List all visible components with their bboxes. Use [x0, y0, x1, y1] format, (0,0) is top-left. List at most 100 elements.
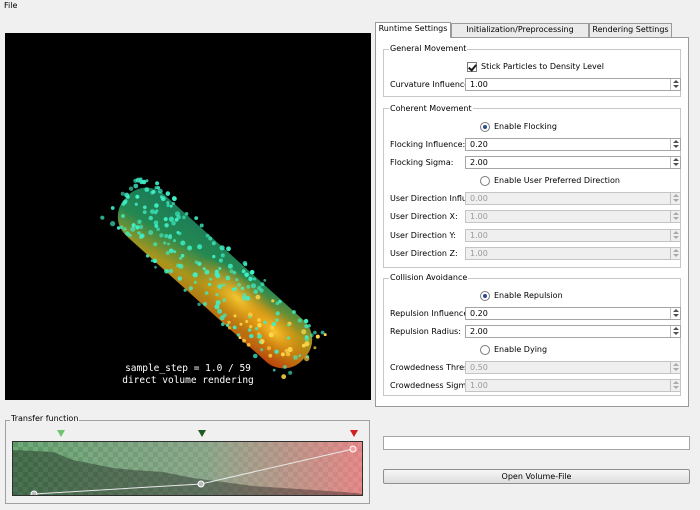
particle-dot	[154, 186, 158, 190]
particle-dot	[204, 269, 210, 275]
particle-dot	[293, 355, 298, 360]
enable-flocking-radio[interactable]	[480, 122, 490, 132]
particle-dot	[248, 315, 252, 319]
particle-dot	[165, 191, 171, 196]
particle-dot	[260, 348, 264, 352]
particle-dot	[218, 267, 222, 270]
particle-dot	[227, 320, 231, 325]
curvature-influence-spinbox[interactable]: 1.00	[465, 78, 681, 91]
flocking-influence-spinbox[interactable]: 0.20	[465, 138, 681, 151]
particle-dot	[135, 194, 140, 199]
stick-particles-checkbox[interactable]	[467, 62, 477, 72]
render-viewport[interactable]: sample_step = 1.0 / 59 direct volume ren…	[5, 33, 371, 400]
tf-marker-green-dark[interactable]	[198, 430, 206, 437]
particle-dot	[208, 282, 212, 287]
particle-dot	[263, 279, 267, 282]
user-direction-influence-spinbox[interactable]: 0.00	[465, 192, 681, 205]
particle-dot	[110, 221, 116, 227]
crowdedness-sigma-spinbox[interactable]: 1.00	[465, 379, 681, 392]
user-direction-z-spinbox[interactable]: 1.00	[465, 247, 681, 260]
particle-dot	[250, 283, 257, 289]
particle-dot	[197, 244, 203, 250]
particle-dot	[218, 258, 223, 263]
particle-dot	[222, 313, 227, 318]
tab-init-preprocessing-settings[interactable]: Initialization/Preprocessing Settings	[451, 23, 589, 46]
group-title-coherent-movement: Coherent Movement	[389, 104, 473, 113]
particle-dot	[180, 240, 186, 246]
particle-dot	[177, 231, 182, 236]
transfer-function-editor[interactable]	[12, 441, 363, 496]
particle-dot	[242, 338, 246, 343]
particle-dot	[241, 295, 247, 301]
particle-dot	[128, 186, 134, 191]
particle-dot	[220, 253, 225, 258]
menu-file[interactable]: File	[2, 0, 19, 11]
enable-dying-label: Enable Dying	[494, 345, 548, 354]
user-direction-x-spinbox[interactable]: 1.00	[465, 210, 681, 223]
tab-rendering-settings[interactable]: Rendering Settings	[589, 23, 672, 37]
particle-dot	[203, 302, 207, 306]
particle-dot	[274, 349, 279, 354]
particle-dot	[301, 343, 306, 348]
particle-dot	[253, 289, 258, 295]
volume-file-path-field[interactable]	[383, 436, 690, 450]
particle-dot	[226, 246, 231, 252]
particle-dot	[174, 211, 181, 217]
particle-dot	[280, 352, 285, 357]
particle-dot	[131, 223, 136, 228]
particle-dot	[134, 202, 138, 206]
crowdedness-threshold-spinbox[interactable]: 0.50	[465, 361, 681, 374]
enable-flocking-label: Enable Flocking	[494, 122, 557, 131]
particle-dot	[253, 353, 258, 359]
particle-dot	[169, 204, 173, 208]
particle-dot	[257, 334, 262, 339]
tf-marker-red[interactable]	[350, 430, 358, 437]
particle-dot	[239, 322, 243, 326]
particle-dot	[246, 343, 251, 347]
flocking-sigma-spinbox[interactable]: 2.00	[465, 156, 681, 169]
particle-dot	[148, 215, 153, 221]
tf-marker-green-light[interactable]	[57, 430, 65, 437]
particle-dot	[155, 181, 160, 186]
particle-dot	[271, 322, 276, 327]
particle-dot	[232, 325, 237, 330]
flocking-influence-label: Flocking Influence:	[390, 140, 466, 149]
particle-dot	[156, 227, 160, 231]
enable-dying-radio[interactable]	[480, 345, 490, 355]
particle-dot	[152, 258, 158, 264]
particle-dot	[297, 318, 302, 323]
group-title-collision-avoidance: Collision Avoidance	[389, 273, 469, 282]
particle-dot	[183, 288, 187, 292]
tab-runtime-settings[interactable]: Runtime Settings	[375, 22, 451, 38]
particle-dot	[150, 209, 155, 215]
particle-dot	[204, 291, 209, 295]
open-volume-file-button[interactable]: Open Volume-File	[383, 469, 690, 484]
enable-repulsion-radio[interactable]	[480, 291, 490, 301]
particle-dot	[248, 328, 252, 332]
particle-dot	[232, 288, 235, 291]
particle-dot	[315, 334, 320, 339]
particle-dot	[266, 346, 272, 351]
enable-user-direction-radio[interactable]	[480, 176, 490, 186]
particle-dot	[232, 271, 237, 275]
particle-dot	[179, 256, 183, 260]
particle-dot	[249, 333, 254, 339]
user-direction-z-label: User Direction Z:	[390, 249, 458, 258]
spin-arrows-icon	[670, 308, 680, 319]
particle-dot	[236, 333, 241, 337]
particle-dot	[171, 201, 175, 206]
particle-dot	[287, 323, 290, 327]
stick-particles-label: Stick Particles to Density Level	[481, 62, 604, 71]
repulsion-influence-spinbox[interactable]: 0.20	[465, 307, 681, 320]
particle-dot	[240, 286, 245, 291]
particle-dot	[286, 336, 290, 340]
particle-dot	[235, 278, 239, 282]
rendered-volume	[100, 177, 327, 380]
particle-dot	[135, 177, 141, 183]
particle-dot	[249, 325, 253, 329]
repulsion-radius-spinbox[interactable]: 2.00	[465, 325, 681, 338]
particle-dot	[173, 250, 177, 254]
user-direction-y-spinbox[interactable]: 1.00	[465, 229, 681, 242]
particle-dot	[180, 253, 185, 258]
particle-dot	[122, 200, 128, 205]
